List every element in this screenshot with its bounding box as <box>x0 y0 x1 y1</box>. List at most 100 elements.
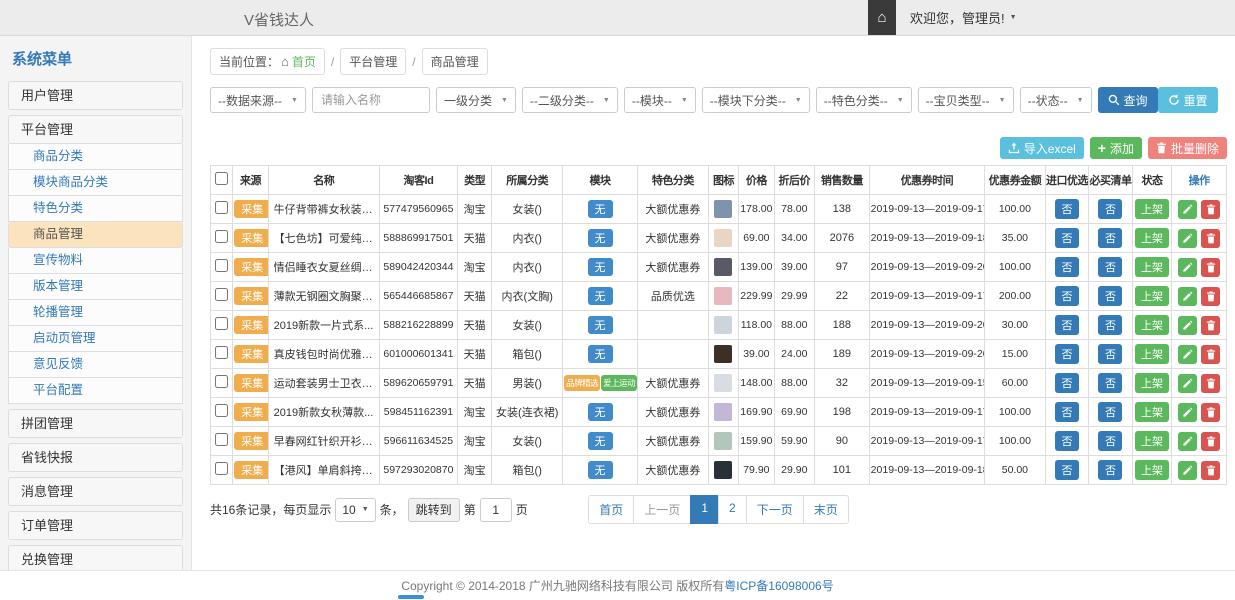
import-select-toggle[interactable]: 否 <box>1055 344 1079 364</box>
must-buy-toggle[interactable]: 否 <box>1098 199 1122 219</box>
must-buy-toggle[interactable]: 否 <box>1098 373 1122 393</box>
import-select-toggle[interactable]: 否 <box>1055 431 1079 451</box>
edit-button[interactable] <box>1178 287 1197 306</box>
filter-select[interactable]: --二级分类--▼ <box>522 87 618 113</box>
status-button[interactable]: 上架 <box>1135 199 1169 219</box>
edit-button[interactable] <box>1178 316 1197 335</box>
edit-button[interactable] <box>1178 200 1197 219</box>
status-button[interactable]: 上架 <box>1135 344 1169 364</box>
delete-button[interactable] <box>1201 316 1220 335</box>
status-button[interactable]: 上架 <box>1135 228 1169 248</box>
delete-button[interactable] <box>1201 258 1220 277</box>
sidebar-item[interactable]: 消息管理 <box>8 477 183 506</box>
delete-button[interactable] <box>1201 432 1220 451</box>
status-button[interactable]: 上架 <box>1135 257 1169 277</box>
import-select-toggle[interactable]: 否 <box>1055 257 1079 277</box>
add-button[interactable]: + 添加 <box>1090 137 1142 159</box>
edit-button[interactable] <box>1178 258 1197 277</box>
filter-select[interactable]: 一级分类▼ <box>436 87 516 113</box>
sidebar-item[interactable]: 模块商品分类 <box>8 170 183 196</box>
import-select-toggle[interactable]: 否 <box>1055 286 1079 306</box>
must-buy-toggle[interactable]: 否 <box>1098 402 1122 422</box>
row-checkbox[interactable] <box>215 201 228 214</box>
must-buy-toggle[interactable]: 否 <box>1098 460 1122 480</box>
import-excel-button[interactable]: 导入excel <box>1000 137 1084 159</box>
sidebar-item[interactable]: 平台配置 <box>8 378 183 404</box>
status-button[interactable]: 上架 <box>1135 402 1169 422</box>
sidebar-item[interactable]: 商品分类 <box>8 144 183 170</box>
edit-button[interactable] <box>1178 432 1197 451</box>
delete-button[interactable] <box>1201 403 1220 422</box>
delete-button[interactable] <box>1201 229 1220 248</box>
sidebar-item[interactable]: 兑换管理 <box>8 545 183 570</box>
sidebar-item[interactable]: 特色分类 <box>8 196 183 222</box>
must-buy-toggle[interactable]: 否 <box>1098 228 1122 248</box>
import-select-toggle[interactable]: 否 <box>1055 402 1079 422</box>
must-buy-toggle[interactable]: 否 <box>1098 286 1122 306</box>
horizontal-scrollbar-thumb[interactable] <box>398 595 424 599</box>
query-button[interactable]: 查询 <box>1098 87 1158 113</box>
select-all-checkbox[interactable] <box>215 172 228 185</box>
must-buy-toggle[interactable]: 否 <box>1098 315 1122 335</box>
sidebar-item[interactable]: 宣传物料 <box>8 248 183 274</box>
sidebar-item[interactable]: 意见反馈 <box>8 352 183 378</box>
sidebar-item[interactable]: 省钱快报 <box>8 443 183 472</box>
row-checkbox[interactable] <box>215 462 228 475</box>
breadcrumb-item[interactable]: 商品管理 <box>422 48 488 75</box>
page-button[interactable]: 2 <box>718 495 747 524</box>
row-checkbox[interactable] <box>215 375 228 388</box>
row-checkbox[interactable] <box>215 404 228 417</box>
page-button[interactable]: 末页 <box>803 495 849 524</box>
page-size-select[interactable]: 10 ▼ <box>335 498 375 522</box>
page-button[interactable]: 首页 <box>588 495 634 524</box>
filter-select[interactable]: --状态--▼ <box>1020 87 1092 113</box>
must-buy-toggle[interactable]: 否 <box>1098 344 1122 364</box>
import-select-toggle[interactable]: 否 <box>1055 460 1079 480</box>
breadcrumb-home-link[interactable]: 首页 <box>292 53 316 70</box>
icp-link[interactable]: 粤ICP备16098006号 <box>724 577 833 594</box>
sidebar-item[interactable]: 拼团管理 <box>8 409 183 438</box>
filter-select[interactable]: --特色分类--▼ <box>816 87 912 113</box>
filter-select[interactable]: --模块下分类--▼ <box>702 87 810 113</box>
row-checkbox[interactable] <box>215 433 228 446</box>
filter-select[interactable]: --数据来源--▼ <box>210 87 306 113</box>
sidebar-item[interactable]: 平台管理 <box>8 115 183 144</box>
name-search-input[interactable] <box>312 87 430 113</box>
batch-delete-button[interactable]: 批量删除 <box>1148 137 1227 159</box>
must-buy-toggle[interactable]: 否 <box>1098 257 1122 277</box>
user-menu[interactable]: 欢迎您，管理员! ▼ <box>910 8 1017 27</box>
edit-button[interactable] <box>1178 374 1197 393</box>
jump-button[interactable]: 跳转到 <box>408 498 460 522</box>
home-button[interactable]: ⌂ <box>868 0 896 35</box>
sidebar-item[interactable]: 启动页管理 <box>8 326 183 352</box>
status-button[interactable]: 上架 <box>1135 286 1169 306</box>
sidebar-item[interactable]: 订单管理 <box>8 511 183 540</box>
row-checkbox[interactable] <box>215 259 228 272</box>
delete-button[interactable] <box>1201 374 1220 393</box>
row-checkbox[interactable] <box>215 230 228 243</box>
status-button[interactable]: 上架 <box>1135 373 1169 393</box>
sidebar-item[interactable]: 版本管理 <box>8 274 183 300</box>
must-buy-toggle[interactable]: 否 <box>1098 431 1122 451</box>
filter-select[interactable]: --宝贝类型--▼ <box>918 87 1014 113</box>
page-button[interactable]: 下一页 <box>746 495 804 524</box>
sidebar-item[interactable]: 轮播管理 <box>8 300 183 326</box>
edit-button[interactable] <box>1178 461 1197 480</box>
status-button[interactable]: 上架 <box>1135 431 1169 451</box>
edit-button[interactable] <box>1178 229 1197 248</box>
import-select-toggle[interactable]: 否 <box>1055 228 1079 248</box>
row-checkbox[interactable] <box>215 317 228 330</box>
sidebar-item[interactable]: 商品管理 <box>8 222 183 248</box>
edit-button[interactable] <box>1178 403 1197 422</box>
page-number-input[interactable] <box>480 498 512 522</box>
status-button[interactable]: 上架 <box>1135 460 1169 480</box>
delete-button[interactable] <box>1201 345 1220 364</box>
page-button[interactable]: 1 <box>690 495 719 524</box>
import-select-toggle[interactable]: 否 <box>1055 315 1079 335</box>
delete-button[interactable] <box>1201 461 1220 480</box>
reset-button[interactable]: 重置 <box>1158 87 1218 113</box>
sidebar-item[interactable]: 用户管理 <box>8 81 183 110</box>
row-checkbox[interactable] <box>215 346 228 359</box>
edit-button[interactable] <box>1178 345 1197 364</box>
import-select-toggle[interactable]: 否 <box>1055 199 1079 219</box>
